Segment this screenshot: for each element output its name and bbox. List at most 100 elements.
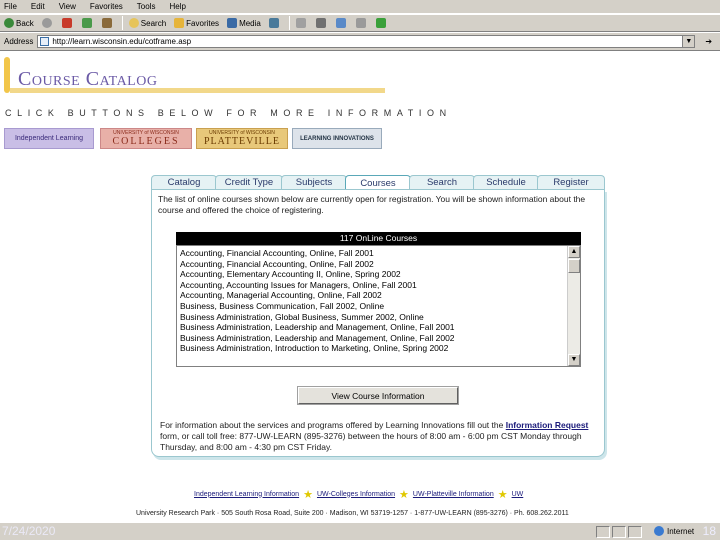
page-icon — [40, 37, 50, 46]
history-button[interactable] — [268, 18, 281, 28]
list-item[interactable]: Business Administration, Introduction to… — [180, 343, 565, 354]
back-button[interactable]: Back — [4, 18, 34, 28]
menu-file[interactable]: File — [4, 2, 17, 11]
tab-register[interactable]: Register — [537, 175, 605, 189]
slide-date: 7/24/2020 — [2, 524, 56, 538]
toolbar-separator — [288, 16, 290, 30]
independent-learning-button[interactable]: Independent Learning — [4, 128, 94, 149]
info-text-after: form, or call toll free: 877-UW-LEARN (8… — [160, 431, 582, 452]
forward-button[interactable] — [41, 18, 54, 28]
menu-help[interactable]: Help — [169, 2, 185, 11]
stop-icon — [61, 18, 72, 28]
address-bar: Address http://learn.wisconsin.edu/cotfr… — [0, 33, 720, 51]
menu-bar: File Edit View Favorites Tools Help — [0, 0, 720, 14]
courses-listbox[interactable]: Accounting, Financial Accounting, Online… — [176, 245, 581, 367]
list-item[interactable]: Business, Business Communication, Fall 2… — [180, 301, 565, 312]
tab-schedule[interactable]: Schedule — [473, 175, 539, 189]
list-item[interactable]: Accounting, Financial Accounting, Online… — [180, 248, 565, 259]
list-item[interactable]: Business Administration, Global Business… — [180, 312, 565, 323]
list-item[interactable]: Business Administration, Leadership and … — [180, 333, 565, 344]
status-cell — [628, 526, 642, 538]
instruction-text: CLICK BUTTONS BELOW FOR MORE INFORMATION — [5, 108, 452, 118]
search-icon — [128, 18, 139, 28]
stop-button[interactable] — [61, 18, 74, 28]
tab-catalog[interactable]: Catalog — [151, 175, 217, 189]
list-item[interactable]: Accounting, Managerial Accounting, Onlin… — [180, 290, 565, 301]
zone-label: Internet — [667, 526, 695, 536]
scroll-thumb[interactable] — [568, 259, 580, 273]
tab-courses[interactable]: Courses — [345, 175, 411, 190]
courses-panel: The list of online courses shown below a… — [151, 189, 605, 457]
list-item[interactable]: Accounting, Elementary Accounting II, On… — [180, 269, 565, 280]
favorites-icon — [174, 18, 185, 28]
star-icon: ★ — [497, 488, 508, 501]
independent-learning-info-link[interactable]: Independent Learning Information — [194, 491, 299, 498]
edit-button[interactable] — [335, 18, 348, 28]
courses-list-header: 117 OnLine Courses — [176, 232, 581, 245]
information-request-link[interactable]: Information Request — [506, 420, 589, 430]
status-cell — [612, 526, 626, 538]
learning-innovations-label: LEARNING INNOVATIONS — [300, 135, 374, 142]
status-bar: 7/24/2020 Internet 18 — [0, 522, 720, 540]
url-text: http://learn.wisconsin.edu/cotframe.asp — [52, 37, 192, 46]
list-scrollbar[interactable]: ▲ ▼ — [567, 246, 580, 366]
address-input[interactable]: http://learn.wisconsin.edu/cotframe.asp … — [37, 35, 696, 48]
uw-platteville-button[interactable]: UNIVERSITY of WISCONSIN PLATTEVILLE — [196, 128, 288, 149]
uw-platteville-label: PLATTEVILLE — [204, 136, 280, 147]
scroll-down-icon[interactable]: ▼ — [568, 354, 580, 366]
discuss-icon — [355, 18, 366, 28]
media-icon — [227, 18, 238, 28]
toolbar-separator — [121, 16, 123, 30]
menu-tools[interactable]: Tools — [137, 2, 156, 11]
learning-innovations-button[interactable]: LEARNING INNOVATIONS — [292, 128, 382, 149]
toolbar: Back Search Favorites Media — [0, 14, 720, 32]
status-cell — [596, 526, 610, 538]
uw-colleges-label: COLLEGES — [112, 136, 180, 147]
menu-favorites[interactable]: Favorites — [90, 2, 123, 11]
list-item[interactable]: Accounting, Financial Accounting, Online… — [180, 259, 565, 270]
mail-icon — [295, 18, 306, 28]
page-content: Course Catalog CLICK BUTTONS BELOW FOR M… — [0, 52, 720, 522]
uw-colleges-button[interactable]: UNIVERSITY of WISCONSIN COLLEGES — [100, 128, 192, 149]
discuss-button[interactable] — [355, 18, 368, 28]
print-button[interactable] — [315, 18, 328, 28]
intro-text: The list of online courses shown below a… — [158, 194, 586, 215]
tab-subjects[interactable]: Subjects — [281, 175, 347, 189]
favorites-button[interactable]: Favorites — [174, 18, 219, 28]
info-text-before: For information about the services and p… — [160, 420, 504, 430]
home-button[interactable] — [101, 18, 114, 28]
scroll-up-icon[interactable]: ▲ — [568, 246, 580, 258]
view-course-information-button[interactable]: View Course Information — [297, 386, 459, 405]
contact-info-text: For information about the services and p… — [160, 420, 592, 453]
footer-address: University Research Park · 505 South Ros… — [136, 510, 569, 517]
menu-view[interactable]: View — [59, 2, 76, 11]
tab-search[interactable]: Search — [409, 175, 475, 189]
courses-list: Accounting, Financial Accounting, Online… — [180, 248, 565, 354]
star-icon: ★ — [303, 488, 313, 501]
back-arrow-icon — [4, 18, 14, 28]
list-item[interactable]: Accounting, Accounting Issues for Manage… — [180, 280, 565, 291]
uw-link[interactable]: UW — [512, 491, 524, 498]
home-icon — [101, 18, 112, 28]
forward-arrow-icon — [41, 18, 52, 28]
search-button[interactable]: Search — [128, 18, 166, 28]
footer-links: Independent Learning Information ★ UW-Co… — [194, 488, 574, 501]
globe-icon — [654, 526, 664, 536]
refresh-button[interactable] — [81, 18, 94, 28]
tab-credit-type[interactable]: Credit Type — [215, 175, 283, 189]
menu-edit[interactable]: Edit — [31, 2, 45, 11]
uw-platteville-info-link[interactable]: UW-Platteville Information — [413, 491, 494, 498]
print-icon — [315, 18, 326, 28]
chevron-down-icon[interactable]: ▼ — [682, 36, 695, 47]
address-label: Address — [4, 37, 34, 46]
refresh-icon — [81, 18, 92, 28]
media-button[interactable]: Media — [227, 18, 261, 28]
mail-button[interactable] — [295, 18, 308, 28]
list-item[interactable]: Business Administration, Leadership and … — [180, 322, 565, 333]
star-icon: ★ — [399, 488, 409, 501]
uw-colleges-info-link[interactable]: UW-Colleges Information — [317, 491, 395, 498]
security-zone: Internet — [654, 526, 694, 536]
go-arrow-icon[interactable]: ➔ — [705, 37, 712, 46]
history-icon — [268, 18, 279, 28]
messenger-button[interactable] — [375, 18, 388, 28]
